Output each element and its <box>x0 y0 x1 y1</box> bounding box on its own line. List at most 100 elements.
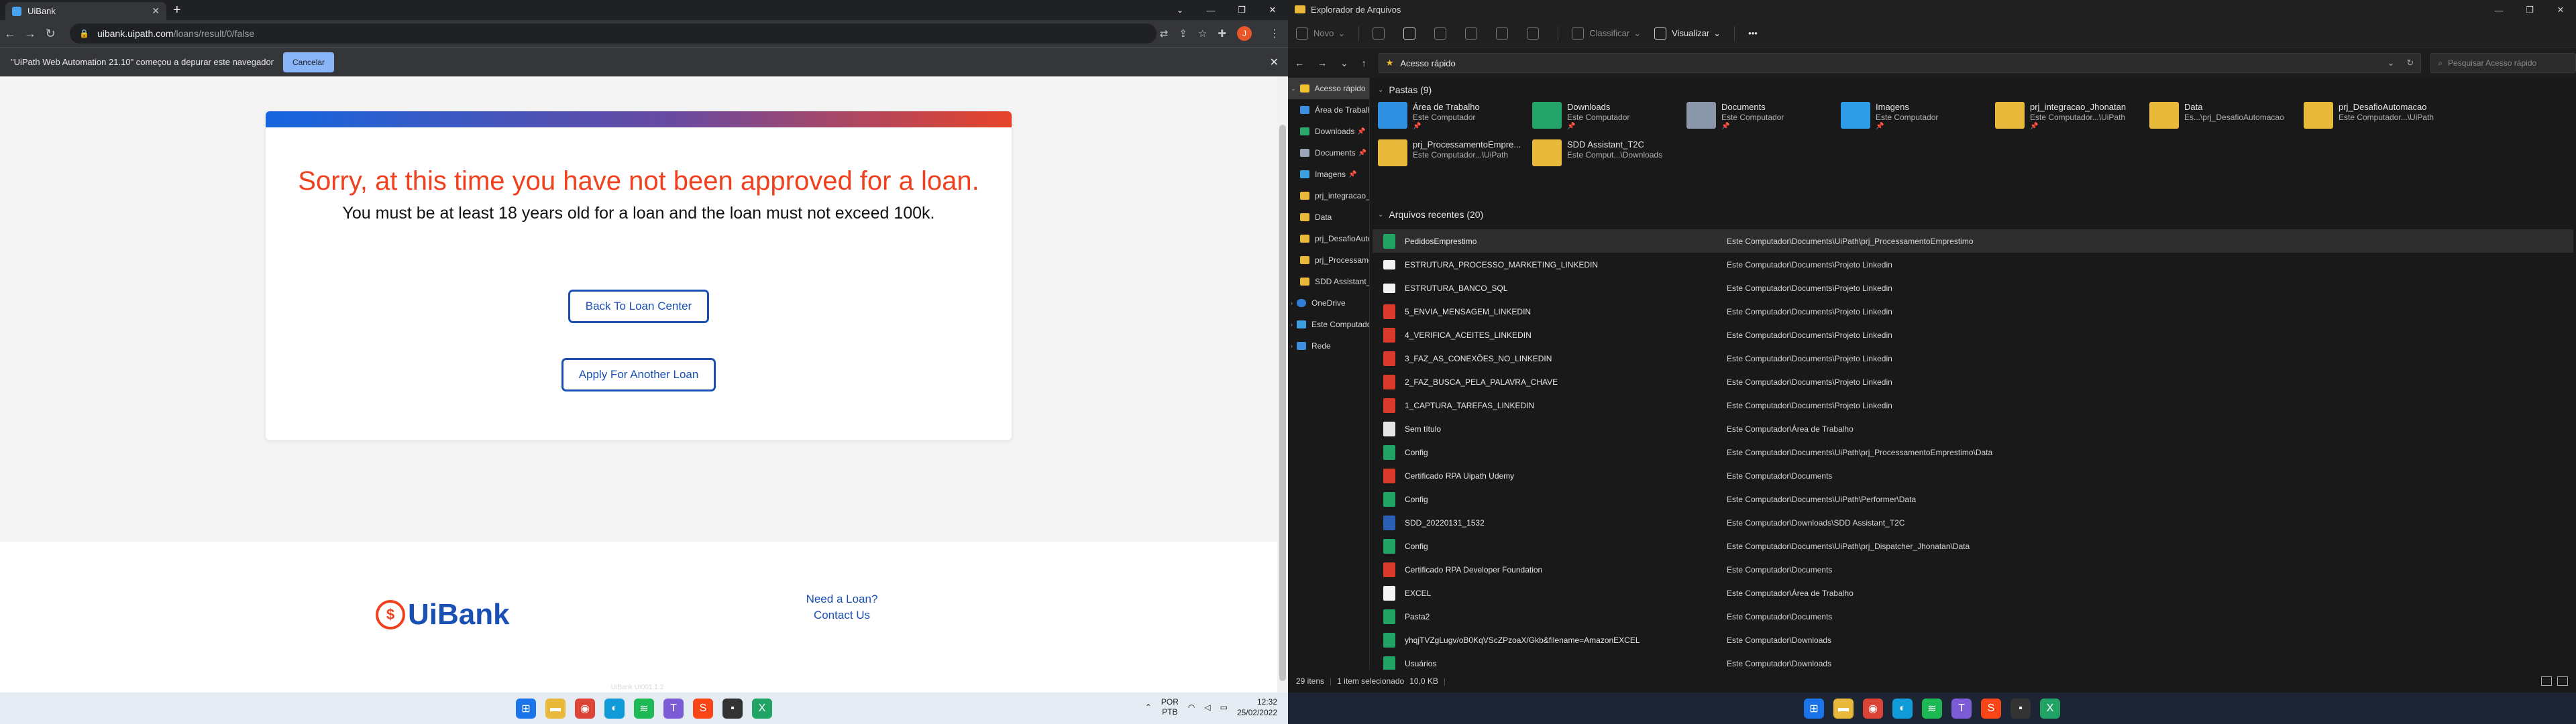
recent-file-row[interactable]: 5_ENVIA_MENSAGEM_LINKEDIN Este Computador… <box>1373 300 2573 323</box>
new-tab-icon[interactable]: + <box>173 3 181 18</box>
chevron-up-icon[interactable]: ⌃ <box>1145 703 1152 712</box>
details-view-icon[interactable] <box>2541 676 2552 686</box>
recent-file-row[interactable]: Config Este Computador\Documents\UiPath\P… <box>1373 487 2573 511</box>
share-button[interactable] <box>1496 27 1513 40</box>
cut-button[interactable] <box>1373 27 1390 40</box>
recent-file-row[interactable]: ESTRUTURA_BANCO_SQL Este Computador\Docum… <box>1373 276 2573 300</box>
recent-file-row[interactable]: Pasta2 Este Computador\Documents <box>1373 605 2573 628</box>
folders-section-header[interactable]: ⌄ Pastas (9) <box>1378 84 1432 95</box>
share-icon[interactable]: ⇪ <box>1179 27 1187 40</box>
more-options-button[interactable]: ••• <box>1748 28 1758 38</box>
cancel-debugging-button[interactable]: Cancelar <box>283 52 335 72</box>
explorer-search-input[interactable]: ⌕ Pesquisar Acesso rápido <box>2430 53 2576 73</box>
spotify-icon[interactable]: ≋ <box>634 699 654 719</box>
folder-tile[interactable]: Downloads Este Computador 📌 <box>1532 102 1680 139</box>
recent-file-row[interactable]: 2_FAZ_BUSCA_PELA_PALAVRA_CHAVE Este Compu… <box>1373 370 2573 394</box>
delete-button[interactable] <box>1527 27 1544 40</box>
nav-folder-processamento[interactable]: prj_Processament <box>1288 249 1369 271</box>
start-icon[interactable]: ⊞ <box>516 699 536 719</box>
minimize-icon[interactable]: — <box>2483 0 2514 20</box>
up-arrow-icon[interactable]: ↑ <box>1362 58 1366 69</box>
kebab-menu-icon[interactable]: ⋮ <box>1269 27 1280 40</box>
recent-file-row[interactable]: ESTRUTURA_PROCESSO_MARKETING_LINKEDIN Est… <box>1373 253 2573 276</box>
apply-another-loan-button[interactable]: Apply For Another Loan <box>561 358 716 391</box>
folder-tile[interactable]: SDD Assistant_T2C Este Comput...\Download… <box>1532 139 1680 177</box>
recent-file-row[interactable]: Config Este Computador\Documents\UiPath\p… <box>1373 440 2573 464</box>
browser-tab[interactable]: UiBank ✕ <box>5 2 166 20</box>
recent-file-row[interactable]: Certificado RPA Uipath Udemy Este Computa… <box>1373 464 2573 487</box>
sort-button[interactable]: Classificar ⌄ <box>1572 27 1641 40</box>
volume-icon[interactable]: ◁ <box>1204 703 1210 712</box>
language-indicator[interactable]: POR PTB <box>1161 697 1179 717</box>
need-loan-link[interactable]: Need a Loan? <box>792 591 892 607</box>
edge-icon[interactable]: ◐ <box>1892 699 1913 719</box>
back-arrow-icon[interactable]: ← <box>1295 58 1304 69</box>
chevron-down-icon[interactable]: ⌄ <box>1165 0 1195 20</box>
battery-icon[interactable]: ▭ <box>1220 703 1228 712</box>
file-explorer-icon[interactable]: ▬ <box>1833 699 1854 719</box>
folder-tile[interactable]: Documents Este Computador 📌 <box>1686 102 1834 139</box>
nav-documents[interactable]: Documents 📌 <box>1288 142 1369 164</box>
close-window-icon[interactable]: ✕ <box>2545 0 2576 20</box>
start-icon[interactable]: ⊞ <box>1804 699 1824 719</box>
address-bar[interactable]: 🔒 uibank.uipath.com /loans/result/0/fals… <box>70 23 1157 44</box>
spotify-icon[interactable]: ≋ <box>1922 699 1942 719</box>
refresh-icon[interactable]: ↻ <box>2406 58 2414 68</box>
star-icon[interactable]: ☆ <box>1198 27 1207 40</box>
recent-file-row[interactable]: EXCEL Este Computador\Área de Trabalho <box>1373 581 2573 605</box>
recent-file-row[interactable]: 1_CAPTURA_TAREFAS_LINKEDIN Este Computado… <box>1373 394 2573 417</box>
nav-folder-integracao[interactable]: prj_integracao_📌 <box>1288 185 1369 206</box>
teams-icon[interactable]: T <box>1951 699 1972 719</box>
excel-icon[interactable]: X <box>2040 699 2060 719</box>
lock-icon[interactable]: 🔒 <box>79 29 89 38</box>
folder-tile[interactable]: prj_ProcessamentoEmpre... Este Computador… <box>1378 139 1525 177</box>
nav-onedrive[interactable]: › OneDrive <box>1288 292 1369 314</box>
reload-icon[interactable]: ↻ <box>40 27 60 41</box>
file-explorer-icon[interactable]: ▬ <box>545 699 566 719</box>
nav-folder-data[interactable]: Data <box>1288 206 1369 228</box>
view-button[interactable]: Visualizar ⌄ <box>1654 27 1721 40</box>
tiles-view-icon[interactable] <box>2557 676 2568 686</box>
scrollbar-thumb[interactable] <box>1279 125 1286 681</box>
chrome-icon[interactable]: ◉ <box>1863 699 1883 719</box>
terminal-icon[interactable]: ▪ <box>722 699 743 719</box>
chevron-down-icon[interactable]: ⌄ <box>2387 58 2395 68</box>
nav-pictures[interactable]: Imagens 📌 <box>1288 164 1369 185</box>
recent-file-row[interactable]: 3_FAZ_AS_CONEXÕES_NO_LINKEDIN Este Comput… <box>1373 347 2573 370</box>
recent-file-row[interactable]: Sem título Este Computador\Área de Trabal… <box>1373 417 2573 440</box>
restore-icon[interactable]: ❐ <box>2514 0 2545 20</box>
recent-file-row[interactable]: SDD_20220131_1532 Este Computador\Downloa… <box>1373 511 2573 534</box>
uipath-studio-icon[interactable]: S <box>1981 699 2001 719</box>
recent-file-row[interactable]: PedidosEmprestimo Este Computador\Documen… <box>1373 229 2573 253</box>
folder-tile[interactable]: Imagens Este Computador 📌 <box>1841 102 1988 139</box>
restore-icon[interactable]: ❐ <box>1226 0 1257 20</box>
back-to-loan-center-button[interactable]: Back To Loan Center <box>568 290 709 323</box>
clock[interactable]: 12:32 25/02/2022 <box>1237 697 1277 718</box>
profile-avatar[interactable]: J <box>1237 26 1252 41</box>
new-button[interactable]: Novo ⌄ <box>1296 27 1345 40</box>
close-tab-icon[interactable]: ✕ <box>152 5 160 17</box>
teams-icon[interactable]: T <box>663 699 684 719</box>
nav-quick-access[interactable]: ⌄ Acesso rápido <box>1288 78 1369 99</box>
nav-network[interactable]: › Rede <box>1288 335 1369 357</box>
nav-folder-desafio[interactable]: prj_DesafioAutom <box>1288 228 1369 249</box>
paste-button[interactable] <box>1434 27 1452 40</box>
uibank-logo[interactable]: $ UiBank <box>376 598 510 631</box>
nav-folder-sdd[interactable]: SDD Assistant_T2C <box>1288 271 1369 292</box>
excel-icon[interactable]: X <box>752 699 772 719</box>
recent-file-row[interactable]: 4_VERIFICA_ACEITES_LINKEDIN Este Computad… <box>1373 323 2573 347</box>
nav-desktop[interactable]: Área de Trabalh📌 <box>1288 99 1369 121</box>
nav-this-pc[interactable]: › Este Computador <box>1288 314 1369 335</box>
recent-file-row[interactable]: yhqjTVZgLugv/oB0KqVScZPzoaX/Gkb&filename… <box>1373 628 2573 652</box>
folder-tile[interactable]: prj_integracao_Jhonatan Este Computador..… <box>1995 102 2143 139</box>
recent-section-header[interactable]: ⌄ Arquivos recentes (20) <box>1378 209 1483 220</box>
close-window-icon[interactable]: ✕ <box>1257 0 1288 20</box>
translate-icon[interactable]: ⇄ <box>1160 27 1169 40</box>
copy-button[interactable] <box>1403 27 1421 40</box>
back-arrow-icon[interactable]: ← <box>0 27 20 41</box>
folder-tile[interactable]: Área de Trabalho Este Computador 📌 <box>1378 102 1525 139</box>
uipath-studio-icon[interactable]: S <box>693 699 713 719</box>
minimize-icon[interactable]: — <box>1195 0 1226 20</box>
folder-tile[interactable]: Data Es...\prj_DesafioAutomacao <box>2149 102 2297 139</box>
recent-file-row[interactable]: Config Este Computador\Documents\UiPath\p… <box>1373 534 2573 558</box>
